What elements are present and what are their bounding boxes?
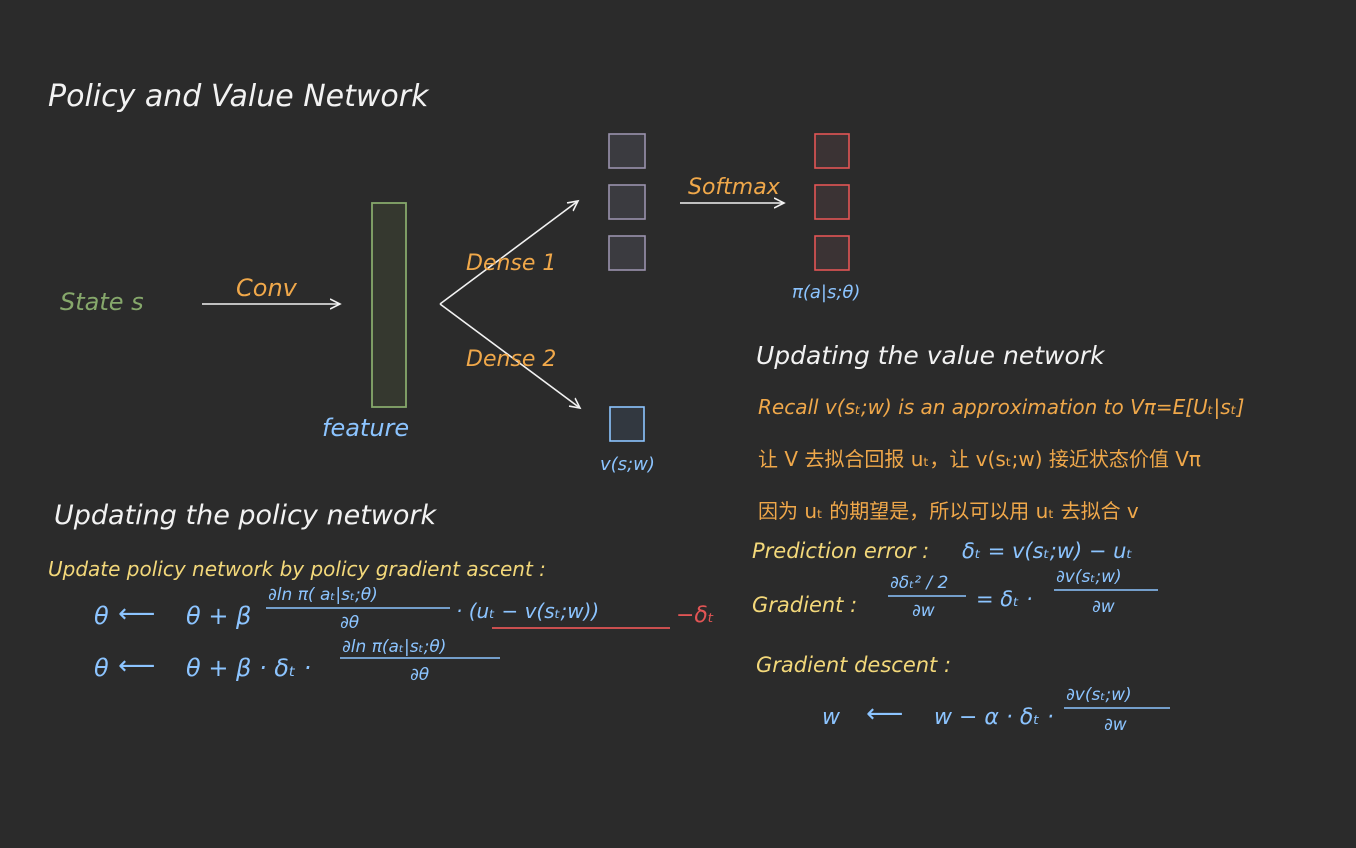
value-heading: Updating the value network (756, 341, 1106, 370)
policy-output-2 (814, 184, 850, 220)
state-label: State s (60, 288, 144, 316)
feature-bar (371, 202, 407, 408)
descent-label: Gradient descent : (756, 653, 951, 677)
policy-eq2-frac-den: ∂θ (410, 665, 430, 685)
policy-eq2-lhs: θ (94, 654, 109, 682)
policy-eq1-lhs: θ (94, 602, 109, 630)
policy-eq2-arrow: ⟵ (118, 651, 155, 681)
gradient-mid: = δₜ · (976, 587, 1033, 611)
gradient-frac-num: ∂δₜ² / 2 (890, 573, 948, 593)
gradient-frac-den: ∂w (912, 601, 935, 621)
feature-label: feature (322, 414, 409, 442)
policy-eq1-frac-den: ∂θ (340, 613, 360, 633)
policy-eq1-note: −δₜ (676, 603, 714, 628)
descent-lhs: w (822, 705, 841, 730)
policy-eq2-frac-num: ∂ln π(aₜ|sₜ;θ) (342, 637, 446, 657)
policy-eq1-tail: · (uₜ − v(sₜ;w)) (456, 599, 599, 623)
descent-arrow: ⟵ (866, 699, 903, 729)
page-title: Policy and Value Network (48, 79, 430, 114)
policy-eq1-mid: θ + β (186, 602, 251, 630)
policy-output-1 (814, 133, 850, 169)
value-output-unit (609, 406, 645, 442)
gradient-frac2-num: ∂v(sₜ;w) (1056, 567, 1122, 587)
policy-heading: Updating the policy network (54, 500, 437, 531)
value-cn-line1: 让 V 去拟合回报 uₜ，让 v(sₜ;w) 接近状态价值 Vπ (758, 447, 1201, 471)
policy-intro: Update policy network by policy gradient… (48, 557, 546, 581)
diagram-svg: Policy and Value Network State s Conv fe… (48, 79, 1244, 735)
gradient-frac2-den: ∂w (1092, 597, 1115, 617)
dense2-label: Dense 2 (466, 347, 556, 372)
dense1-label: Dense 1 (466, 251, 556, 276)
dense1-unit-3 (608, 235, 646, 271)
value-output-label: v(s;w) (600, 454, 655, 475)
policy-eq1-arrow: ⟵ (118, 599, 155, 629)
descent-frac-den: ∂w (1104, 715, 1127, 735)
policy-eq1-frac-num: ∂ln π( aₜ|sₜ;θ) (268, 585, 378, 605)
dense1-unit-1 (608, 133, 646, 169)
descent-mid: w − α · δₜ · (934, 705, 1054, 730)
gradient-label: Gradient : (752, 593, 857, 617)
policy-output-label: π(a|s;θ) (792, 282, 860, 303)
value-cn-line2: 因为 uₜ 的期望是，所以可以用 uₜ 去拟合 v (758, 499, 1139, 523)
prediction-error-expr: δₜ = v(sₜ;w) − uₜ (962, 539, 1133, 563)
whiteboard-canvas: Policy and Value Network State s Conv fe… (0, 0, 1356, 848)
softmax-label: Softmax (688, 175, 781, 200)
value-recall: Recall v(sₜ;w) is an approximation to Vπ… (758, 395, 1244, 419)
policy-output-3 (814, 235, 850, 271)
conv-label: Conv (236, 274, 298, 302)
policy-eq2-mid: θ + β · δₜ · (186, 654, 311, 682)
descent-frac-num: ∂v(sₜ;w) (1066, 685, 1132, 705)
prediction-error-label: Prediction error : (752, 539, 929, 563)
dense1-unit-2 (608, 184, 646, 220)
